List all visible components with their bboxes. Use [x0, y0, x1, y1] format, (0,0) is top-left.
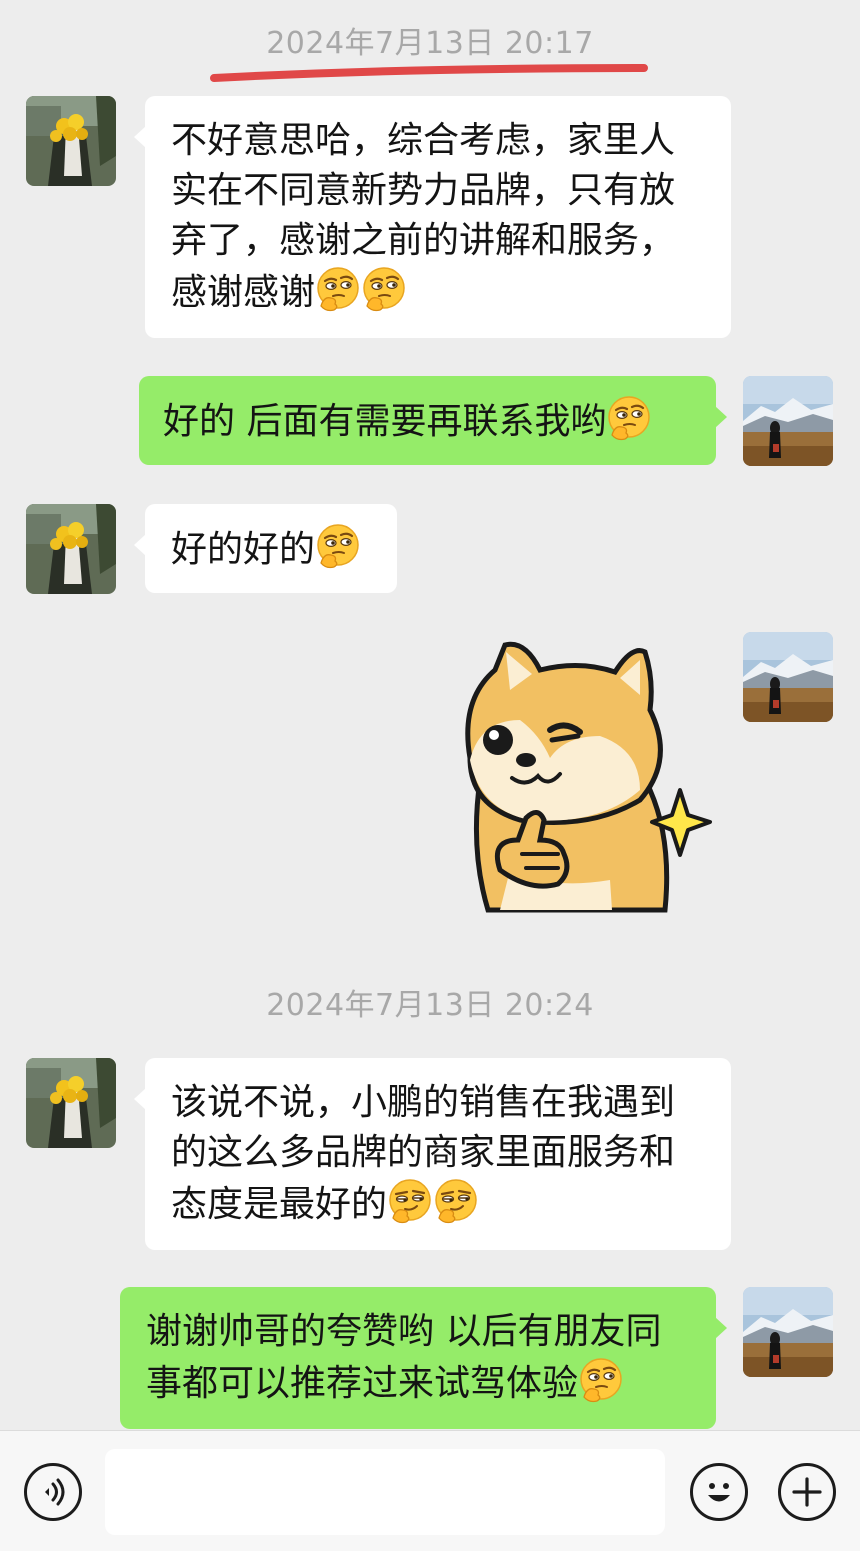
incoming-message-bubble[interactable]: 该说不说，小鹏的销售在我遇到的这么多品牌的商家里面服务和态度是最好的: [134, 1058, 731, 1250]
timestamp: 2024年7月13日 20:17: [266, 26, 594, 61]
outgoing-message-bubble[interactable]: 谢谢帅哥的夸赞哟 以后有朋友同事都可以推荐过来试驾体验: [120, 1287, 727, 1429]
emoji-button[interactable]: [690, 1463, 748, 1521]
smirk-emoji-icon: [433, 1178, 479, 1224]
timestamp: 2024年7月13日 20:24: [266, 988, 594, 1023]
thinking-emoji-icon: [361, 266, 407, 312]
incoming-message-bubble[interactable]: 好的好的: [134, 504, 397, 593]
thinking-emoji-icon: [606, 395, 652, 441]
smirk-emoji-icon: [387, 1178, 433, 1224]
voice-button[interactable]: [24, 1463, 82, 1521]
contact-avatar[interactable]: [26, 504, 116, 594]
plus-button[interactable]: [778, 1463, 836, 1521]
message-text: 好的 后面有需要再联系我哟: [163, 401, 607, 442]
message-input[interactable]: [105, 1449, 665, 1535]
my-avatar[interactable]: [743, 376, 833, 466]
thinking-emoji-icon: [578, 1357, 624, 1403]
chat-input-bar: [0, 1430, 860, 1551]
incoming-message-bubble[interactable]: 不好意思哈，综合考虑，家里人实在不同意新势力品牌，只有放弃了，感谢之前的讲解和服…: [134, 96, 731, 338]
my-avatar[interactable]: [743, 1287, 833, 1377]
contact-avatar[interactable]: [26, 1058, 116, 1148]
shiba-thumbs-up-sticker[interactable]: [440, 640, 720, 915]
voice-icon: [45, 1478, 65, 1506]
contact-avatar[interactable]: [26, 96, 116, 186]
message-text: 不好意思哈，综合考虑，家里人实在不同意新势力品牌，只有放弃了，感谢之前的讲解和服…: [171, 120, 676, 313]
emoji-icon: [708, 1483, 730, 1502]
thinking-emoji-icon: [315, 523, 361, 569]
red-underline-annotation: [210, 64, 648, 82]
my-avatar[interactable]: [743, 632, 833, 722]
thinking-emoji-icon: [315, 266, 361, 312]
outgoing-message-bubble[interactable]: 好的 后面有需要再联系我哟: [139, 376, 727, 465]
message-text: 好的好的: [171, 529, 316, 570]
plus-icon: [792, 1477, 822, 1507]
